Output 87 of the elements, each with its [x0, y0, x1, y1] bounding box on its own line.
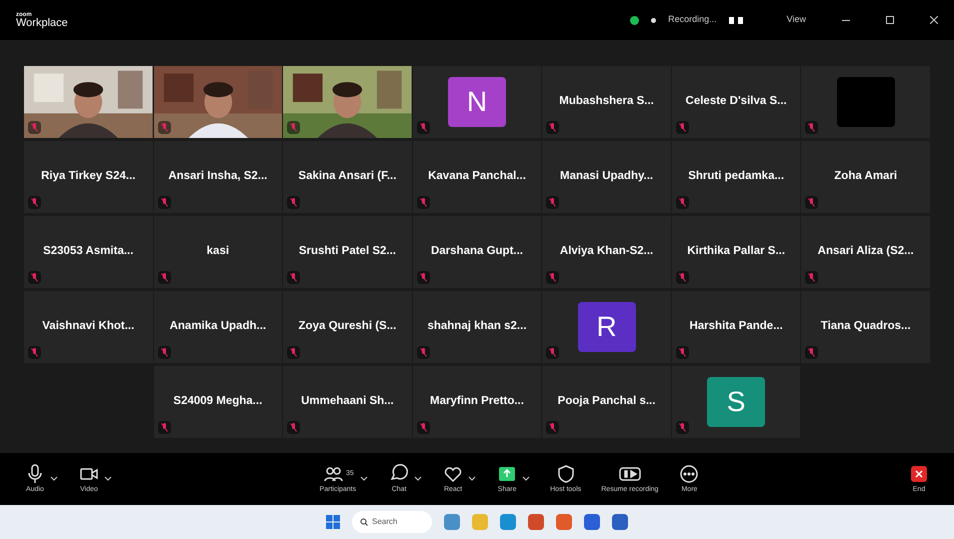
taskbar-search-field[interactable]: Search	[352, 511, 432, 533]
participant-name: Mubashshera S...	[559, 94, 654, 110]
recording-indicator[interactable]: Recording...	[668, 13, 717, 27]
muted-mic-icon	[290, 273, 298, 282]
muted-mic-icon	[678, 348, 686, 357]
muted-mic-icon	[549, 273, 556, 282]
participant-name: shahnaj khan s2...	[427, 319, 527, 334]
record-dot-icon	[651, 18, 656, 22]
participant-name: Darshana Gupt...	[430, 244, 523, 260]
muted-mic-icon	[290, 198, 298, 207]
participant-name: Kavana Panchal...	[428, 169, 526, 184]
muted-mic-icon	[678, 198, 686, 207]
taskbar-app-icon[interactable]	[612, 514, 628, 530]
taskbar-app-icon[interactable]	[556, 514, 572, 530]
avatar: S	[707, 377, 766, 427]
muted-mic-icon	[549, 423, 556, 432]
window-title: Workplace	[16, 18, 68, 28]
avatar: R	[578, 302, 636, 352]
muted-mic-icon	[31, 273, 38, 282]
participant-name: Shruti pedamka...	[688, 169, 784, 184]
muted-mic-icon	[160, 273, 168, 282]
muted-mic-icon	[549, 123, 556, 132]
participant-name: S23053 Asmita...	[43, 244, 134, 260]
muted-mic-icon	[678, 123, 686, 132]
caret-icon[interactable]	[104, 476, 112, 482]
avatar: N	[448, 77, 506, 127]
muted-mic-icon	[290, 123, 298, 132]
muted-mic-icon	[160, 123, 168, 132]
caret-icon[interactable]	[414, 476, 422, 482]
participant-name: Zoya Qureshi (S...	[298, 319, 396, 334]
muted-mic-icon	[549, 348, 556, 357]
participant-name: kasi	[206, 244, 230, 260]
muted-mic-icon	[160, 348, 168, 357]
muted-mic-icon	[420, 348, 427, 357]
muted-mic-icon	[31, 348, 38, 357]
muted-mic-icon	[160, 423, 168, 432]
muted-mic-icon	[808, 123, 816, 132]
participant-name: Anamika Upadh...	[170, 319, 266, 334]
muted-mic-icon	[290, 423, 298, 432]
video-off-square	[836, 77, 895, 127]
participant-name: Kirthika Pallar S...	[687, 244, 786, 260]
search-icon	[360, 518, 368, 526]
taskbar-app-icon[interactable]	[528, 514, 544, 530]
caret-icon[interactable]	[50, 476, 58, 482]
muted-mic-icon	[420, 423, 427, 432]
muted-mic-icon	[678, 423, 686, 432]
more-icon	[678, 462, 700, 485]
muted-mic-icon	[420, 273, 427, 282]
muted-mic-icon	[31, 198, 38, 207]
muted-mic-icon	[420, 123, 427, 132]
participant-name: Sakina Ansari (F...	[298, 169, 396, 184]
participant-name: S24009 Megha...	[173, 394, 262, 410]
muted-mic-icon	[290, 348, 298, 357]
participant-name: Pooja Panchal s...	[558, 394, 656, 410]
participant-name: Celeste D'silva S...	[686, 94, 787, 110]
muted-mic-icon	[160, 198, 168, 207]
participant-name: Vaishnavi Khot...	[42, 319, 134, 334]
participant-name: Ummehaani Sh...	[301, 394, 394, 410]
muted-mic-icon	[808, 198, 816, 207]
caret-icon[interactable]	[360, 476, 368, 482]
muted-mic-icon	[808, 273, 816, 282]
caret-icon[interactable]	[522, 476, 530, 482]
muted-mic-icon	[678, 273, 686, 282]
taskbar-app-icon[interactable]	[444, 514, 460, 530]
shield-status-icon	[630, 16, 640, 24]
taskbar-app-icon[interactable]	[584, 514, 600, 530]
participant-name: Ansari Insha, S2...	[168, 169, 268, 184]
participant-name: Srushti Patel S2...	[298, 244, 396, 260]
participant-name: Ansari Aliza (S2...	[818, 244, 914, 260]
participant-name: Zoha Amari	[834, 169, 898, 184]
view-button[interactable]: View	[786, 13, 806, 27]
start-icon[interactable]	[326, 515, 340, 529]
maximize-icon[interactable]	[886, 16, 894, 24]
participant-name: Maryfinn Pretto...	[430, 394, 524, 410]
participant-name: Riya Tirkey S24...	[41, 169, 136, 184]
muted-mic-icon	[549, 198, 556, 207]
participant-name: Alviya Khan-S2...	[560, 244, 654, 260]
muted-mic-icon	[420, 198, 427, 207]
muted-mic-icon	[31, 123, 38, 132]
close-icon[interactable]	[930, 16, 938, 24]
muted-mic-icon	[808, 348, 816, 357]
participant-name: Harshita Pande...	[689, 319, 783, 334]
participant-name: Manasi Upadhy...	[560, 169, 654, 184]
pause-stop-icon[interactable]	[728, 16, 743, 24]
taskbar-app-icon[interactable]	[500, 514, 516, 530]
participant-name: Tiana Quadros...	[820, 319, 911, 334]
caret-icon[interactable]	[468, 476, 476, 482]
